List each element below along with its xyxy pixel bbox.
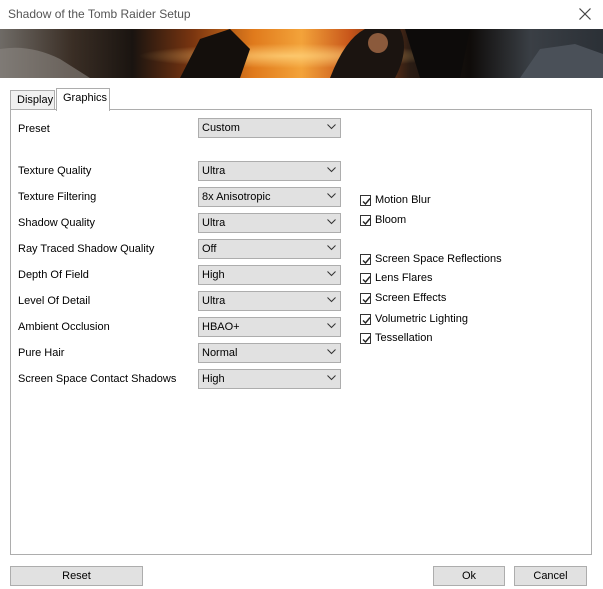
- tab-graphics-label: Graphics: [63, 92, 108, 104]
- checkbox-label: Bloom: [375, 214, 407, 226]
- checkbox-box[interactable]: [360, 254, 371, 265]
- setting-label: Texture Quality: [18, 165, 92, 177]
- setting-label: Ray Traced Shadow Quality: [18, 243, 155, 255]
- checkbox-label: Motion Blur: [375, 194, 431, 206]
- title-bar: Shadow of the Tomb Raider Setup: [0, 0, 603, 29]
- close-icon: [579, 8, 591, 20]
- preset-label: Preset: [18, 123, 50, 135]
- chevron-down-icon: [327, 349, 336, 355]
- checkbox-box[interactable]: [360, 333, 371, 344]
- setting-label: Texture Filtering: [18, 191, 97, 203]
- chevron-down-icon: [327, 297, 336, 303]
- tab-graphics[interactable]: Graphics: [56, 88, 110, 111]
- setting-value: Normal: [202, 347, 238, 359]
- setting-label: Pure Hair: [18, 347, 65, 359]
- chevron-down-icon: [327, 124, 336, 130]
- checkbox-label: Tessellation: [375, 332, 433, 344]
- reset-button[interactable]: Reset: [10, 566, 143, 586]
- checkbox-label: Volumetric Lighting: [375, 313, 468, 325]
- checkbox-box[interactable]: [360, 273, 371, 284]
- header-banner-image: [0, 29, 603, 78]
- window-title: Shadow of the Tomb Raider Setup: [8, 7, 191, 21]
- shadow-quality-dropdown[interactable]: Ultra: [198, 213, 341, 233]
- screen-space-contact-shadows-dropdown[interactable]: High: [198, 369, 341, 389]
- checkmark-icon: [362, 218, 371, 226]
- setting-value: HBAO+: [202, 321, 240, 333]
- setting-value: 8x Anisotropic: [202, 191, 271, 203]
- setting-label: Level Of Detail: [18, 295, 91, 307]
- checkmark-icon: [362, 198, 371, 206]
- checkbox-label: Screen Space Reflections: [375, 253, 502, 265]
- setting-value: Ultra: [202, 165, 226, 177]
- setting-label: Ambient Occlusion: [18, 321, 110, 333]
- setting-value: High: [202, 269, 225, 281]
- texture-quality-dropdown[interactable]: Ultra: [198, 161, 341, 181]
- checkmark-icon: [362, 317, 371, 325]
- chevron-down-icon: [327, 245, 336, 251]
- checkbox-box[interactable]: [360, 293, 371, 304]
- setting-label: Screen Space Contact Shadows: [18, 373, 177, 385]
- close-button[interactable]: [573, 3, 597, 25]
- setting-value: Ultra: [202, 295, 226, 307]
- tab-display-label: Display: [17, 94, 54, 106]
- ok-button[interactable]: Ok: [433, 566, 505, 586]
- chevron-down-icon: [327, 193, 336, 199]
- chevron-down-icon: [327, 375, 336, 381]
- checkmark-icon: [362, 296, 371, 304]
- checkbox-box[interactable]: [360, 314, 371, 325]
- tab-display[interactable]: Display: [10, 90, 55, 110]
- setting-value: High: [202, 373, 225, 385]
- pure-hair-dropdown[interactable]: Normal: [198, 343, 341, 363]
- cancel-button[interactable]: Cancel: [514, 566, 587, 586]
- level-of-detail-dropdown[interactable]: Ultra: [198, 291, 341, 311]
- checkbox-box[interactable]: [360, 195, 371, 206]
- setting-label: Shadow Quality: [18, 217, 96, 229]
- checkmark-icon: [362, 276, 371, 284]
- texture-filtering-dropdown[interactable]: 8x Anisotropic: [198, 187, 341, 207]
- ambient-occlusion-dropdown[interactable]: HBAO+: [198, 317, 341, 337]
- checkbox-box[interactable]: [360, 215, 371, 226]
- checkmark-icon: [362, 257, 371, 265]
- setting-value: Off: [202, 243, 217, 255]
- checkbox-label: Screen Effects: [375, 292, 447, 304]
- chevron-down-icon: [327, 323, 336, 329]
- ray-traced-shadow-quality-dropdown[interactable]: Off: [198, 239, 341, 259]
- chevron-down-icon: [327, 271, 336, 277]
- chevron-down-icon: [327, 167, 336, 173]
- setting-value: Ultra: [202, 217, 226, 229]
- preset-value: Custom: [202, 122, 240, 134]
- setting-label: Depth Of Field: [18, 269, 89, 281]
- preset-dropdown[interactable]: Custom: [198, 118, 341, 138]
- depth-of-field-dropdown[interactable]: High: [198, 265, 341, 285]
- chevron-down-icon: [327, 219, 336, 225]
- checkmark-icon: [362, 336, 371, 344]
- checkbox-label: Lens Flares: [375, 272, 433, 284]
